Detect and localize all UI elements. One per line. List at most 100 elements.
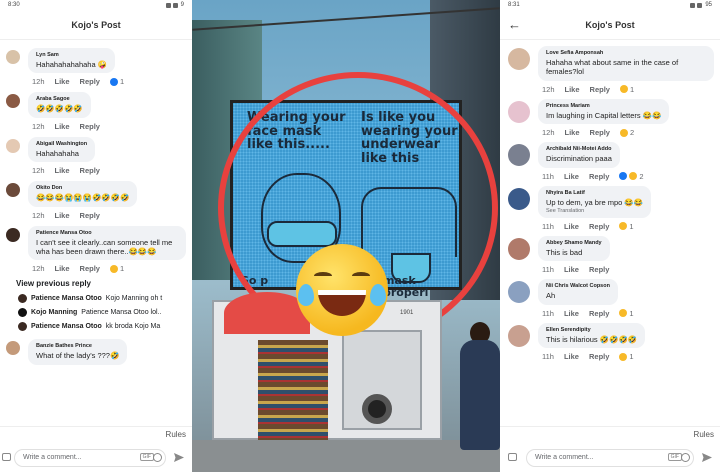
like-button[interactable]: Like bbox=[564, 352, 579, 361]
like-button[interactable]: Like bbox=[55, 166, 70, 175]
comment-bubble[interactable]: Nii Chris Walcot Copson Ah bbox=[538, 279, 618, 305]
comment: Patience Mansa Otoo I can't see it clear… bbox=[6, 225, 186, 273]
comment-time: 12h bbox=[542, 84, 555, 94]
avatar[interactable] bbox=[6, 138, 20, 153]
commenter-name[interactable]: Abigail Washington bbox=[36, 141, 87, 147]
reaction-summary[interactable]: 2 bbox=[619, 128, 634, 137]
comment-bubble[interactable]: Princess Mariam Im laughing in Capital l… bbox=[538, 98, 670, 125]
reply-button[interactable]: Reply bbox=[589, 265, 609, 274]
avatar[interactable] bbox=[508, 48, 530, 70]
reply-button[interactable]: Reply bbox=[80, 122, 100, 131]
avatar[interactable] bbox=[508, 144, 530, 167]
send-icon[interactable] bbox=[702, 453, 712, 462]
reaction-summary[interactable]: 1 bbox=[619, 352, 634, 361]
avatar[interactable] bbox=[508, 100, 530, 123]
reply-button[interactable]: Reply bbox=[80, 211, 100, 220]
rules-link[interactable]: Rules bbox=[166, 430, 186, 439]
comment-bubble[interactable]: Archibald Nii-Motei Addo Discrimination … bbox=[538, 142, 620, 168]
reply-button[interactable]: Reply bbox=[80, 264, 100, 273]
like-button[interactable]: Like bbox=[565, 85, 580, 94]
reply-preview[interactable]: Patience Mansa Otoo Kojo Manning oh t bbox=[0, 294, 192, 304]
reaction-summary[interactable]: 1 bbox=[619, 309, 634, 318]
like-button[interactable]: Like bbox=[564, 265, 579, 274]
comment-bubble[interactable]: Lyn Sam Hahahahahahaha 🤪 bbox=[28, 48, 116, 74]
avatar[interactable] bbox=[6, 94, 20, 109]
avatar[interactable] bbox=[508, 324, 530, 347]
like-button[interactable]: Like bbox=[564, 172, 579, 181]
comment-bubble[interactable]: Ellen Serendipity This is hilarious 🤣🤣🤣🤣 bbox=[538, 322, 646, 348]
comment-bubble[interactable]: Nhyira Ba Latif Up to dem, ya bre mpo 😂😂… bbox=[538, 185, 652, 218]
reply-preview[interactable]: Kojo Manning Patience Mansa Otoo lol.. bbox=[0, 308, 192, 318]
reply-button[interactable]: Reply bbox=[590, 85, 610, 94]
comment-bubble[interactable]: Araba Sagoe 🤣🤣🤣🤣🤣 bbox=[28, 92, 91, 118]
avatar[interactable] bbox=[6, 227, 20, 242]
back-arrow-icon[interactable]: ← bbox=[508, 17, 521, 32]
reaction-summary[interactable]: 2 bbox=[619, 172, 644, 181]
reply-button[interactable]: Reply bbox=[589, 172, 609, 181]
commenter-name[interactable]: Abbey Shamo Mandy bbox=[546, 240, 602, 246]
reply-button[interactable]: Reply bbox=[80, 77, 100, 86]
avatar bbox=[18, 322, 27, 332]
rules-link[interactable]: Rules bbox=[694, 430, 714, 439]
left-phone-panel: 8:30 9 Kojo's Post Lyn Sam Hahahahahahah… bbox=[0, 0, 192, 472]
reply-author[interactable]: Kojo Manning bbox=[31, 309, 77, 316]
commenter-name[interactable]: Banzie Bathes Prince bbox=[36, 343, 119, 349]
commenter-name[interactable]: Nhyira Ba Latif bbox=[546, 190, 643, 196]
reaction-summary[interactable]: 1 bbox=[619, 222, 634, 231]
comment-bubble[interactable]: Banzie Bathes Prince What of the lady's … bbox=[28, 339, 128, 365]
commenter-name[interactable]: Patience Mansa Otoo bbox=[36, 230, 178, 236]
reaction-summary[interactable]: 1 bbox=[619, 85, 634, 94]
commenter-name[interactable]: Araba Sagoe bbox=[36, 96, 83, 102]
avatar[interactable] bbox=[508, 237, 530, 260]
emoji-icon[interactable] bbox=[153, 453, 162, 462]
reaction-summary[interactable]: 1 bbox=[109, 264, 124, 273]
commenter-name[interactable]: Archibald Nii-Motei Addo bbox=[546, 146, 612, 152]
like-button[interactable]: Like bbox=[564, 309, 579, 318]
reply-button[interactable]: Reply bbox=[589, 352, 609, 361]
emoji-icon[interactable] bbox=[681, 453, 690, 462]
status-battery: 9 bbox=[180, 2, 184, 8]
comment-bubble[interactable]: Okito Don 😂😂😂😭😭😭🤣🤣🤣🤣 bbox=[28, 181, 138, 207]
reply-button[interactable]: Reply bbox=[590, 128, 610, 137]
comment-bubble[interactable]: Love Sefia Amponsah Hahaha what about sa… bbox=[538, 46, 714, 81]
comment-bubble[interactable]: Patience Mansa Otoo I can't see it clear… bbox=[28, 225, 186, 261]
gif-icon[interactable]: GIF bbox=[667, 453, 682, 461]
see-translation-link[interactable]: See Translation bbox=[546, 208, 643, 214]
avatar bbox=[18, 308, 27, 318]
avatar[interactable] bbox=[6, 341, 20, 356]
reply-author[interactable]: Patience Mansa Otoo bbox=[31, 323, 102, 330]
reaction-summary[interactable]: 1 bbox=[109, 77, 124, 86]
send-icon[interactable] bbox=[174, 453, 184, 462]
reply-author[interactable]: Patience Mansa Otoo bbox=[31, 295, 102, 302]
like-button[interactable]: Like bbox=[564, 222, 579, 231]
comment: Lyn Sam Hahahahahahaha 🤪 12h Like Reply … bbox=[6, 48, 186, 86]
comment-bubble[interactable]: Abbey Shamo Mandy This is bad bbox=[538, 235, 610, 262]
like-button[interactable]: Like bbox=[55, 211, 70, 220]
reply-button[interactable]: Reply bbox=[589, 309, 609, 318]
like-button[interactable]: Like bbox=[565, 128, 580, 137]
camera-icon[interactable] bbox=[2, 453, 11, 461]
commenter-name[interactable]: Lyn Sam bbox=[36, 52, 107, 58]
commenter-name[interactable]: Nii Chris Walcot Copson bbox=[546, 283, 610, 289]
right-phone-panel: 8:31 95 ← Kojo's Post Love Sefia Amponsa… bbox=[500, 0, 720, 472]
like-button[interactable]: Like bbox=[55, 264, 70, 273]
reply-button[interactable]: Reply bbox=[80, 166, 100, 175]
like-button[interactable]: Like bbox=[55, 122, 70, 131]
avatar[interactable] bbox=[6, 183, 20, 198]
truck-number: 1901 bbox=[400, 310, 414, 316]
comment-time: 12h bbox=[542, 128, 555, 138]
avatar[interactable] bbox=[508, 281, 530, 304]
commenter-name[interactable]: Princess Mariam bbox=[546, 103, 661, 109]
avatar[interactable] bbox=[6, 50, 20, 64]
avatar[interactable] bbox=[508, 187, 530, 210]
reply-preview[interactable]: Patience Mansa Otoo kk broda Kojo Ma bbox=[0, 322, 192, 332]
camera-icon[interactable] bbox=[508, 453, 517, 461]
gif-icon[interactable]: GIF bbox=[139, 453, 154, 461]
comment-bubble[interactable]: Abigail Washington Hahahahaha bbox=[28, 136, 96, 163]
like-button[interactable]: Like bbox=[55, 77, 70, 86]
commenter-name[interactable]: Okito Don bbox=[36, 185, 129, 191]
view-previous-reply-link[interactable]: View previous reply bbox=[16, 279, 192, 288]
reply-button[interactable]: Reply bbox=[589, 222, 609, 231]
commenter-name[interactable]: Ellen Serendipity bbox=[546, 327, 637, 333]
commenter-name[interactable]: Love Sefia Amponsah bbox=[546, 50, 706, 56]
